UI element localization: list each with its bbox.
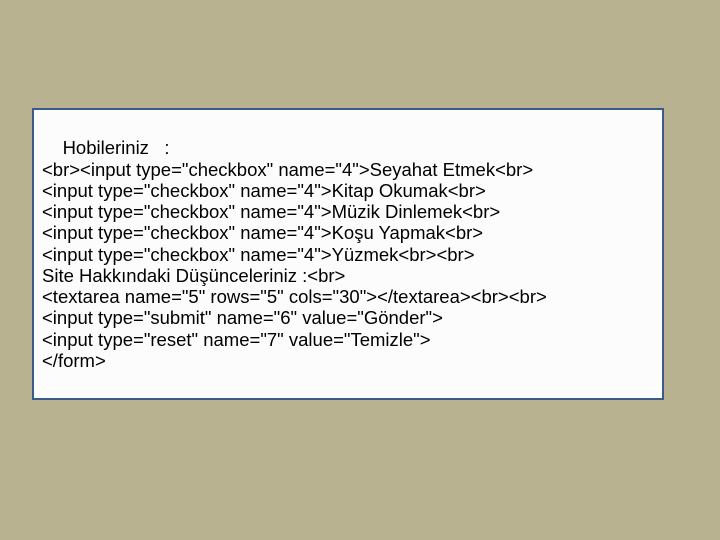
code-line: <br><input type="checkbox" name="4">Seya… [42,159,533,180]
code-line: <input type="submit" name="6" value="Gön… [42,307,443,328]
code-line: <input type="checkbox" name="4">Koşu Yap… [42,222,483,243]
code-line: <input type="reset" name="7" value="Temi… [42,329,431,350]
code-block: Hobileriniz : <br><input type="checkbox"… [42,116,654,392]
code-line: <input type="checkbox" name="4">Müzik Di… [42,201,500,222]
code-line: Hobileriniz : [63,137,170,158]
code-panel: Hobileriniz : <br><input type="checkbox"… [32,108,664,400]
code-line: Site Hakkındaki Düşünceleriniz :<br> [42,265,345,286]
code-line: <textarea name="5" rows="5" cols="30"></… [42,286,547,307]
code-line: <input type="checkbox" name="4">Kitap Ok… [42,180,486,201]
code-line: </form> [42,350,106,371]
code-line: <input type="checkbox" name="4">Yüzmek<b… [42,244,475,265]
